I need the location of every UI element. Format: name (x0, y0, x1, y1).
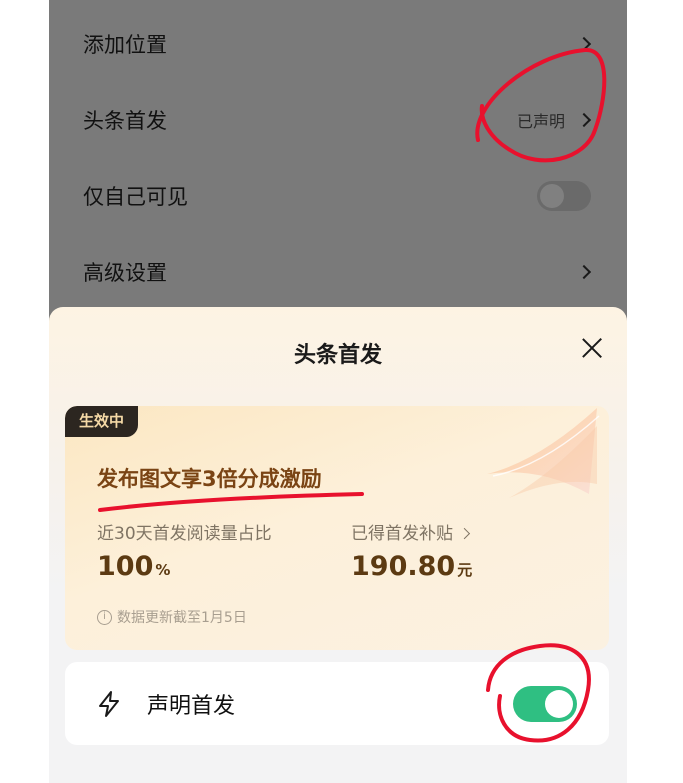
setting-first-publish[interactable]: 头条首发 已声明 (49, 82, 627, 158)
chevron-right-icon (576, 112, 592, 128)
subsidy-link[interactable]: 已得首发补贴 (351, 519, 471, 544)
update-note-text: 数据更新截至1月5日 (117, 610, 247, 626)
visibility-toggle[interactable] (537, 181, 591, 211)
setting-label: 头条首发 (83, 109, 167, 133)
setting-label: 仅自己可见 (83, 185, 188, 209)
setting-only-me-visible: 仅自己可见 (49, 158, 627, 234)
first-publish-sheet: 头条首发 生效中 发布图文享3倍分成激励 近30天首发阅读量占比 100% 已得… (49, 307, 627, 783)
lightning-icon (99, 691, 119, 717)
promo-card: 生效中 发布图文享3倍分成激励 近30天首发阅读量占比 100% 已得首发补贴 (65, 406, 609, 650)
stat-unit: % (155, 561, 171, 579)
toggle-knob (545, 689, 573, 718)
chevron-right-icon (458, 527, 471, 540)
setting-value: 已声明 (516, 112, 565, 131)
stat-value: 100% (97, 551, 170, 582)
sheet-title: 头条首发 (293, 343, 382, 368)
stat-number: 190.80 (351, 551, 456, 582)
setting-label: 添加位置 (83, 33, 167, 57)
toggle-knob (540, 184, 564, 208)
stat-number: 100 (97, 551, 154, 582)
update-note: i 数据更新截至1月5日 (97, 607, 247, 627)
declare-first-publish-row: 声明首发 (65, 662, 609, 745)
setting-add-location[interactable]: 添加位置 (49, 6, 627, 82)
phone-screen: 添加位置 头条首发 已声明 仅自己可见 高级设置 头条首发 生效中 发布图文享3… (49, 0, 627, 783)
stat-unit: 元 (457, 561, 473, 579)
promo-headline: 发布图文享3倍分成激励 (97, 467, 322, 491)
close-icon[interactable] (579, 335, 605, 361)
decoration-ribbon-icon (487, 408, 600, 498)
stat-label: 近30天首发阅读量占比 (97, 524, 272, 544)
stat-value: 190.80 元 (351, 551, 472, 582)
chevron-right-icon (576, 264, 592, 280)
stat-label: 已得首发补贴 (351, 524, 453, 544)
setting-label: 高级设置 (83, 261, 167, 285)
info-icon: i (97, 609, 112, 625)
setting-advanced[interactable]: 高级设置 (49, 234, 627, 310)
declare-toggle[interactable] (513, 685, 577, 722)
status-badge: 生效中 (65, 406, 139, 437)
declare-label: 声明首发 (147, 693, 236, 719)
chevron-right-icon (576, 36, 592, 52)
